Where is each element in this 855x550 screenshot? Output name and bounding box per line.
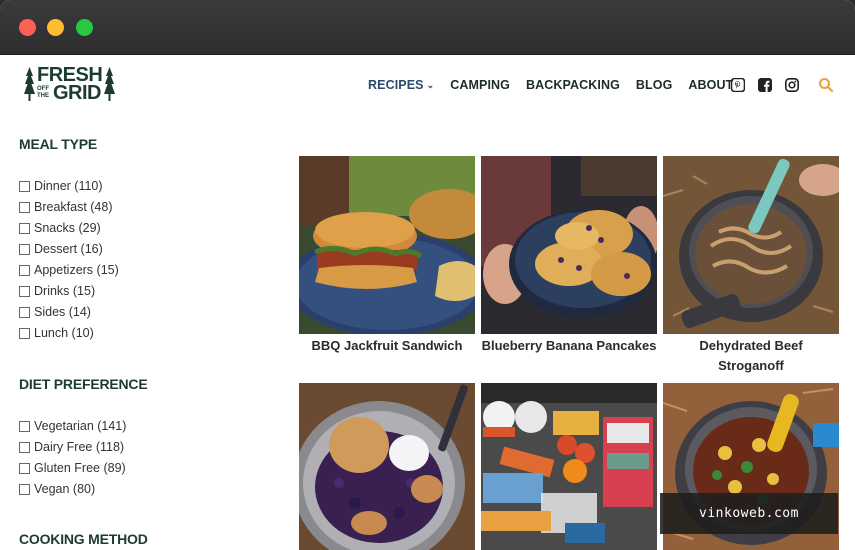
browser-window: FRESH OFF THE GRID RECIPES ⌄ CAMPING BACK… bbox=[0, 0, 855, 550]
minimize-button[interactable] bbox=[47, 19, 64, 36]
nav-blog[interactable]: BLOG bbox=[636, 77, 673, 93]
filter-option-label: Vegetarian (141) bbox=[34, 419, 127, 433]
filter-option[interactable]: Gluten Free (89) bbox=[19, 461, 126, 476]
recipe-title-line: Stroganoff bbox=[718, 358, 784, 373]
watermark: vinkoweb.com bbox=[660, 493, 838, 534]
facebook-icon[interactable] bbox=[758, 78, 772, 92]
chevron-down-icon: ⌄ bbox=[426, 80, 435, 90]
filter-heading-meal-type: MEAL TYPE bbox=[19, 136, 98, 152]
checkbox[interactable] bbox=[19, 484, 30, 495]
search-icon[interactable] bbox=[818, 77, 834, 93]
instagram-icon[interactable] bbox=[785, 78, 799, 92]
filter-option-label: Dairy Free (118) bbox=[34, 440, 125, 454]
pine-tree-icon bbox=[24, 67, 35, 101]
checkbox[interactable] bbox=[19, 442, 30, 453]
filter-option-label: Sides (14) bbox=[34, 305, 91, 319]
filter-option-label: Breakfast (48) bbox=[34, 200, 113, 214]
filter-heading-diet-preference: DIET PREFERENCE bbox=[19, 376, 148, 392]
nav-recipes-label: RECIPES bbox=[368, 78, 424, 92]
recipe-image-blueberry-banana-pancakes[interactable] bbox=[481, 156, 657, 334]
logo-text-grid: GRID bbox=[53, 82, 102, 104]
recipe-title-line: Dehydrated Beef bbox=[699, 338, 803, 353]
filter-option-label: Dinner (110) bbox=[34, 179, 103, 193]
filter-option-label: Lunch (10) bbox=[34, 326, 94, 340]
close-button[interactable] bbox=[19, 19, 36, 36]
recipe-title[interactable]: Dehydrated Beef Stroganoff bbox=[663, 336, 839, 376]
checkbox[interactable] bbox=[19, 307, 30, 318]
filter-option-label: Dessert (16) bbox=[34, 242, 103, 256]
recipe-image-cobbler[interactable] bbox=[299, 383, 475, 550]
checkbox[interactable] bbox=[19, 286, 30, 297]
filter-heading-cooking-method: COOKING METHOD bbox=[19, 531, 148, 547]
filter-option[interactable]: Vegan (80) bbox=[19, 482, 95, 497]
filter-option[interactable]: Dinner (110) bbox=[19, 179, 103, 194]
logo-text-off-the: OFF THE bbox=[37, 86, 49, 99]
checkbox[interactable] bbox=[19, 202, 30, 213]
pine-tree-icon bbox=[104, 67, 115, 101]
filter-option[interactable]: Vegetarian (141) bbox=[19, 419, 126, 434]
filter-option[interactable]: Breakfast (48) bbox=[19, 200, 113, 215]
filter-option[interactable]: Lunch (10) bbox=[19, 326, 94, 341]
main-nav: RECIPES ⌄ CAMPING BACKPACKING BLOG ABOUT bbox=[368, 77, 749, 93]
checkbox[interactable] bbox=[19, 463, 30, 474]
filter-option[interactable]: Sides (14) bbox=[19, 305, 91, 320]
checkbox[interactable] bbox=[19, 223, 30, 234]
nav-about[interactable]: ABOUT bbox=[688, 77, 733, 93]
filter-option[interactable]: Dairy Free (118) bbox=[19, 440, 124, 455]
checkbox[interactable] bbox=[19, 181, 30, 192]
filter-option-label: Snacks (29) bbox=[34, 221, 101, 235]
filter-option-label: Vegan (80) bbox=[34, 482, 96, 496]
recipe-title[interactable]: BBQ Jackfruit Sandwich bbox=[299, 336, 475, 356]
filter-option-label: Gluten Free (89) bbox=[34, 461, 126, 475]
recipe-image-food-storage[interactable] bbox=[481, 383, 657, 550]
title-bar bbox=[0, 0, 855, 55]
checkbox[interactable] bbox=[19, 265, 30, 276]
filter-option[interactable]: Dessert (16) bbox=[19, 242, 103, 257]
recipe-image-dehydrated-beef-stroganoff[interactable] bbox=[663, 156, 839, 334]
nav-backpacking[interactable]: BACKPACKING bbox=[526, 77, 620, 93]
nav-recipes[interactable]: RECIPES ⌄ bbox=[368, 77, 434, 93]
maximize-button[interactable] bbox=[76, 19, 93, 36]
pinterest-icon[interactable] bbox=[731, 78, 745, 92]
filter-option-label: Appetizers (15) bbox=[34, 263, 119, 277]
filter-option[interactable]: Appetizers (15) bbox=[19, 263, 119, 278]
recipe-title[interactable]: Blueberry Banana Pancakes bbox=[481, 336, 657, 356]
filter-option-label: Drinks (15) bbox=[34, 284, 96, 298]
recipe-image-bbq-jackfruit-sandwich[interactable] bbox=[299, 156, 475, 334]
filter-option[interactable]: Drinks (15) bbox=[19, 284, 95, 299]
nav-camping[interactable]: CAMPING bbox=[450, 77, 510, 93]
checkbox[interactable] bbox=[19, 328, 30, 339]
filter-option[interactable]: Snacks (29) bbox=[19, 221, 101, 236]
site-logo[interactable]: FRESH OFF THE GRID bbox=[24, 65, 116, 104]
checkbox[interactable] bbox=[19, 244, 30, 255]
checkbox[interactable] bbox=[19, 421, 30, 432]
web-page: FRESH OFF THE GRID RECIPES ⌄ CAMPING BACK… bbox=[0, 56, 855, 550]
